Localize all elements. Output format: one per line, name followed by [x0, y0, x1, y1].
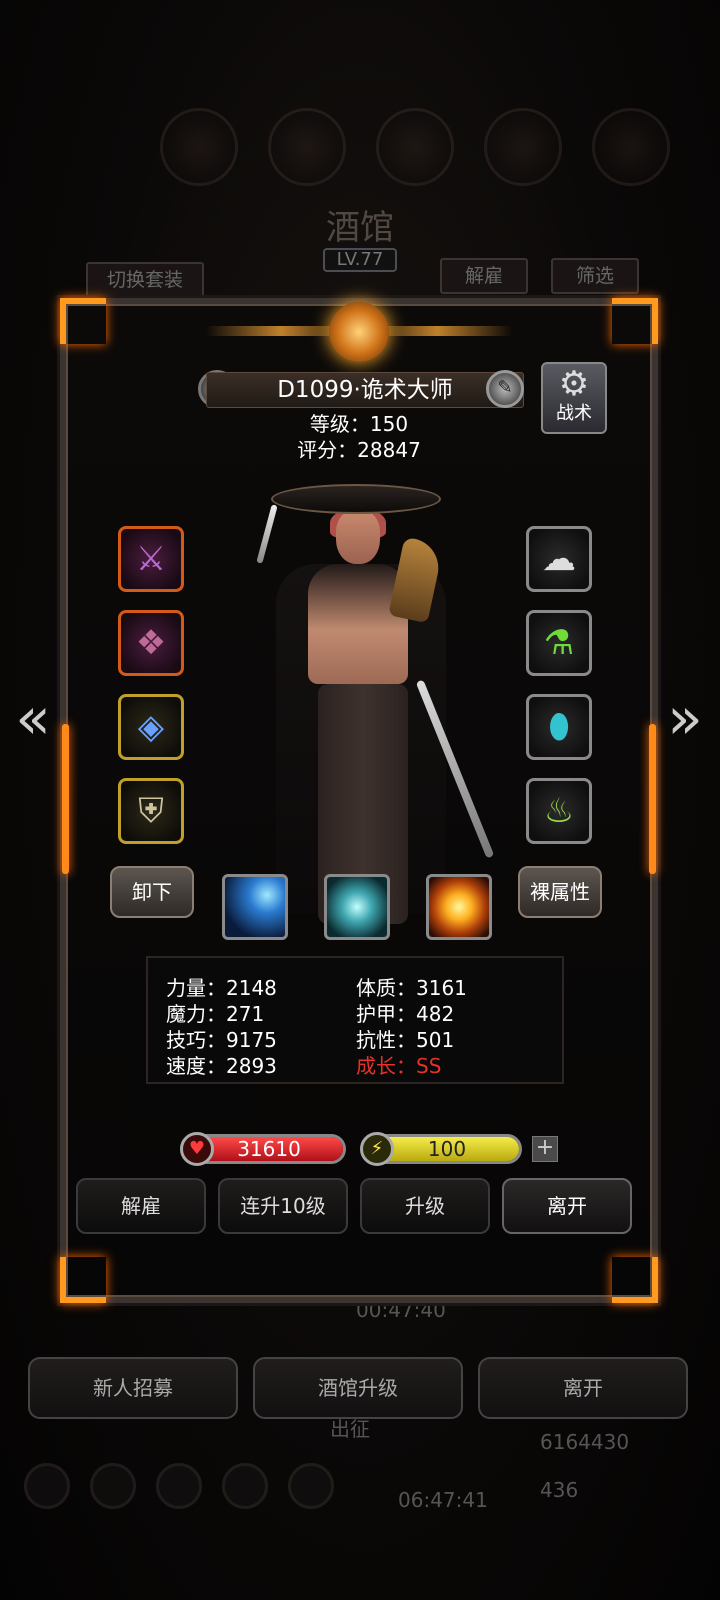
- dismiss-button[interactable]: 解雇: [76, 1178, 206, 1234]
- equip-slot-weapon[interactable]: ⚔: [118, 526, 184, 592]
- bg-nav-icon: [24, 1463, 70, 1509]
- bg-timer-bottom: 06:47:41: [398, 1488, 488, 1512]
- leave-button[interactable]: 离开: [502, 1178, 632, 1234]
- unequip-button[interactable]: 卸下: [110, 866, 194, 918]
- gem-count: 436: [540, 1478, 579, 1502]
- frame-corner: [60, 1257, 106, 1303]
- heart-icon: ♥: [180, 1132, 214, 1166]
- bg-circle-icon: [376, 108, 454, 186]
- previous-hero-arrow-icon[interactable]: «: [8, 689, 58, 750]
- equip-slot-shield[interactable]: ⛨: [118, 778, 184, 844]
- level-up-10-button[interactable]: 连升10级: [218, 1178, 348, 1234]
- bg-circle-icon: [592, 108, 670, 186]
- emblem-icon: [329, 302, 389, 362]
- lightning-icon: ⚡: [360, 1132, 394, 1166]
- resistance-stat: 抗性：501: [356, 1028, 455, 1052]
- frame-corner: [612, 298, 658, 344]
- tavern-upgrade-button: 酒馆升级: [253, 1357, 463, 1419]
- bg-nav-icon: [288, 1463, 334, 1509]
- fire-burst-skill-icon[interactable]: [426, 874, 492, 940]
- hp-value: 31610: [237, 1137, 301, 1161]
- hero-detail-panel: ⚙ D1099·诡术大师 ✎ 等级：150 评分：28847 ⚙ 战术 ⚔ ❖ …: [60, 298, 658, 1303]
- energy-value: 100: [427, 1137, 467, 1161]
- amulet-necklace-icon: ◈: [137, 707, 165, 747]
- blue-streak-skill-icon[interactable]: [222, 874, 288, 940]
- level-up-button[interactable]: 升级: [360, 1178, 490, 1234]
- attribute-panel: 力量：2148 体质：3161 魔力：271 护甲：482 技巧：9175 抗性…: [146, 956, 564, 1084]
- growth-stat: 成长：SS: [356, 1054, 442, 1078]
- energy-bar: 100: [372, 1134, 522, 1164]
- equip-slot-ring[interactable]: ☁: [526, 526, 592, 592]
- green-potion-icon: ⚗: [543, 623, 575, 663]
- hero-head: [336, 510, 380, 564]
- bg-leave-button: 离开: [478, 1357, 688, 1419]
- hero-torso: [308, 564, 408, 684]
- bg-circle-icon: [160, 108, 238, 186]
- constitution-stat: 体质：3161: [356, 976, 467, 1000]
- bg-nav-icon: [90, 1463, 136, 1509]
- bg-circle-icon: [484, 108, 562, 186]
- equip-slot-gem[interactable]: ⬮: [526, 694, 592, 760]
- equip-slot-lantern[interactable]: ♨: [526, 778, 592, 844]
- frame-glow: [62, 724, 69, 874]
- hero-hat: [271, 484, 441, 514]
- cyan-slash-skill-icon[interactable]: [324, 874, 390, 940]
- hero-name: D1099·诡术大师: [206, 372, 524, 408]
- bg-nav-icon: [156, 1463, 202, 1509]
- background-icon-row: [160, 108, 680, 188]
- frame-corner: [60, 298, 106, 344]
- expedition-label: 出征: [330, 1417, 370, 1441]
- hero-dagger: [256, 504, 278, 564]
- green-lantern-icon: ♨: [543, 791, 575, 831]
- winged-shield-icon: ⛨: [138, 791, 164, 831]
- bg-circle-icon: [268, 108, 346, 186]
- equip-slot-potion[interactable]: ⚗: [526, 610, 592, 676]
- next-hero-arrow-icon[interactable]: »: [660, 689, 710, 750]
- gear-icon: ⚙: [558, 364, 590, 404]
- tactics-button[interactable]: ⚙ 战术: [541, 362, 607, 434]
- edit-name-icon[interactable]: ✎: [486, 370, 524, 408]
- equip-slot-necklace[interactable]: ◈: [118, 694, 184, 760]
- tavern-level: LV.77: [323, 248, 397, 272]
- strength-stat: 力量：2148: [166, 976, 277, 1000]
- blue-gem-icon: ⬮: [548, 707, 570, 747]
- skill-stat: 技巧：9175: [166, 1028, 277, 1052]
- dark-armor-icon: ❖: [135, 623, 167, 663]
- bg-dismiss-button: 解雇: [440, 258, 528, 294]
- tavern-title: 酒馆: [326, 208, 394, 248]
- hp-bar: 31610: [192, 1134, 346, 1164]
- hero-score: 评分：28847: [297, 438, 421, 462]
- magic-stat: 魔力：271: [166, 1002, 265, 1026]
- tactics-label: 战术: [556, 403, 592, 424]
- switch-outfit-button: 切换套装: [86, 262, 204, 298]
- bg-nav-icon: [222, 1463, 268, 1509]
- bg-filter-button: 筛选: [551, 258, 639, 294]
- speed-stat: 速度：2893: [166, 1054, 277, 1078]
- base-attributes-button[interactable]: 裸属性: [518, 866, 602, 918]
- frame-glow: [649, 724, 656, 874]
- frame-corner: [612, 1257, 658, 1303]
- recruit-button: 新人招募: [28, 1357, 238, 1419]
- add-energy-button[interactable]: +: [532, 1136, 558, 1162]
- cloud-ring-icon: ☁: [542, 539, 576, 579]
- armor-stat: 护甲：482: [356, 1002, 455, 1026]
- gold-count: 6164430: [540, 1430, 630, 1454]
- equip-slot-armor[interactable]: ❖: [118, 610, 184, 676]
- curved-dagger-icon: ⚔: [135, 539, 167, 579]
